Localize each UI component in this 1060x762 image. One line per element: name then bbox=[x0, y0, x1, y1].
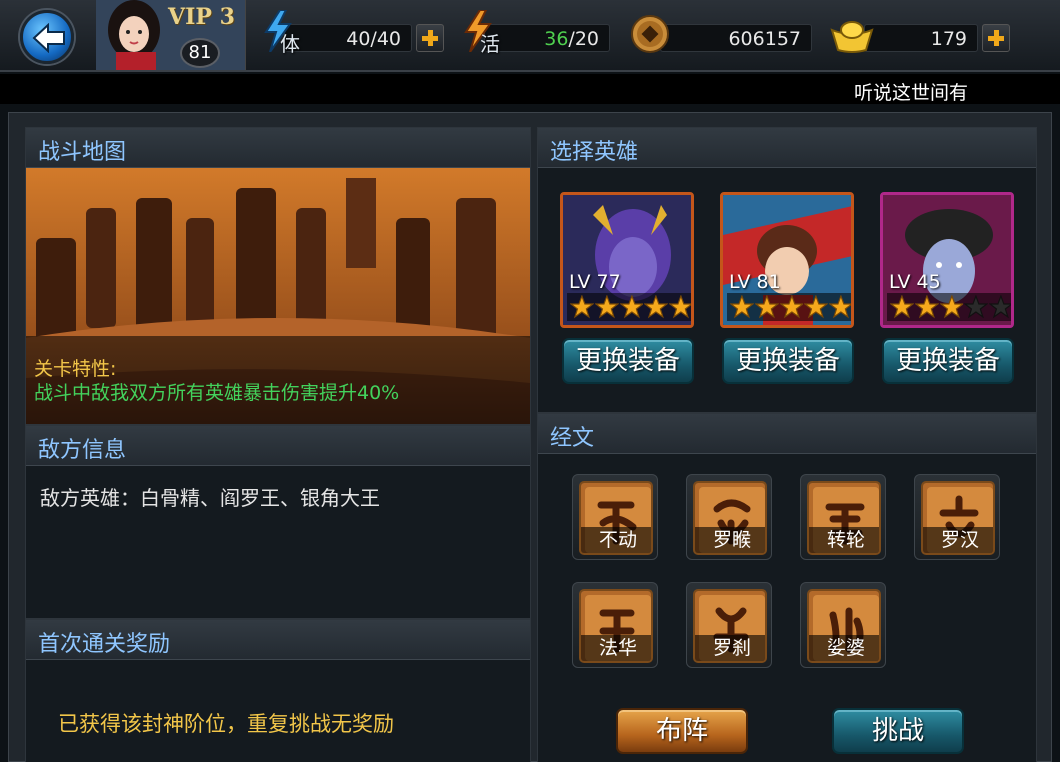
coin-value: 606157 bbox=[728, 28, 801, 50]
back-arrow-icon bbox=[32, 23, 65, 53]
gold-value: 179 bbox=[930, 28, 967, 50]
stamina-max: /40 bbox=[370, 28, 401, 50]
scripture-label: 转轮 bbox=[809, 527, 879, 553]
scripture-slot[interactable]: 罗睺 bbox=[686, 474, 772, 560]
scripture-tile: 法华 bbox=[579, 589, 653, 663]
reward-status-text: 已获得该封神阶位，重复挑战无奖励 bbox=[58, 712, 394, 736]
battle-map-panel: 战斗地图 关卡特性: 战斗中敌我双方所有英雄暴击伤害提升40% bbox=[25, 127, 531, 425]
hero-level-2: LV 81 bbox=[729, 271, 781, 293]
stamina-resource: 40/40 体 bbox=[262, 10, 446, 56]
star-filled-icon bbox=[829, 295, 851, 319]
stage-feature-label: 关卡特性: bbox=[34, 358, 117, 380]
enemy-info-title: 敌方信息 bbox=[38, 438, 127, 463]
star-filled-icon bbox=[730, 295, 754, 319]
star-filled-icon bbox=[914, 295, 939, 319]
scripture-tile: 娑婆 bbox=[807, 589, 881, 663]
enemy-info-panel: 敌方信息 敌方英雄：白骨精、阎罗王、银角大王 bbox=[25, 425, 531, 619]
stamina-label: 体 bbox=[280, 32, 300, 56]
top-bar: VIP 3 81 40/40 体 36/20 活 606157 179 bbox=[0, 0, 1060, 72]
scripture-label: 罗汉 bbox=[923, 527, 993, 553]
star-filled-icon bbox=[669, 295, 691, 319]
star-filled-icon bbox=[779, 295, 804, 319]
main-frame: 战斗地图 关卡特性: 战斗中敌我双方所有英雄暴击伤害提升40% 敌方信息 敌方英… bbox=[8, 112, 1052, 762]
change-equipment-button-2[interactable]: 更换装备 bbox=[722, 338, 854, 384]
scripture-slot[interactable]: 罗刹 bbox=[686, 582, 772, 668]
star-filled-icon bbox=[570, 295, 594, 319]
scripture-slot[interactable]: 娑婆 bbox=[800, 582, 886, 668]
star-filled-icon bbox=[644, 295, 669, 319]
scripture-slot[interactable]: 法华 bbox=[572, 582, 658, 668]
star-filled-icon bbox=[939, 295, 964, 319]
player-level-badge: 81 bbox=[180, 38, 220, 68]
copper-coin-icon bbox=[631, 15, 669, 53]
change-equipment-button-1[interactable]: 更换装备 bbox=[562, 338, 694, 384]
scripture-tile: 罗刹 bbox=[693, 589, 767, 663]
first-reward-title: 首次通关奖励 bbox=[38, 632, 171, 657]
formation-button[interactable]: 布阵 bbox=[616, 708, 748, 754]
star-filled-icon bbox=[890, 295, 914, 319]
star-filled-icon bbox=[619, 295, 644, 319]
star-empty-icon bbox=[989, 295, 1011, 319]
change-equipment-button-3[interactable]: 更换装备 bbox=[882, 338, 1014, 384]
back-button[interactable] bbox=[20, 10, 74, 64]
enemy-heroes-text: 敌方英雄：白骨精、阎罗王、银角大王 bbox=[40, 486, 380, 510]
star-filled-icon bbox=[804, 295, 829, 319]
scripture-tile: 不动 bbox=[579, 481, 653, 555]
hero-level-1: LV 77 bbox=[569, 271, 621, 293]
news-ticker: 听说这世间有 bbox=[0, 74, 1060, 104]
hero-level-3: LV 45 bbox=[889, 271, 941, 293]
stamina-plus-button[interactable] bbox=[416, 24, 444, 52]
coin-resource: 606157 bbox=[630, 14, 816, 54]
hero-select-title: 选择英雄 bbox=[550, 140, 639, 165]
stage-feature-desc: 战斗中敌我双方所有英雄暴击伤害提升40% bbox=[34, 382, 400, 404]
vitality-resource: 36/20 活 bbox=[462, 10, 622, 56]
hero-stars-3 bbox=[887, 293, 1011, 321]
vitality-current: 36 bbox=[544, 28, 569, 50]
vitality-max: /20 bbox=[568, 28, 599, 50]
scripture-tile: 转轮 bbox=[807, 481, 881, 555]
star-filled-icon bbox=[594, 295, 619, 319]
scripture-title: 经文 bbox=[550, 426, 595, 451]
scripture-slot[interactable]: 罗汉 bbox=[914, 474, 1000, 560]
gold-plus-button[interactable] bbox=[982, 24, 1010, 52]
hero-card-2[interactable]: LV 81 bbox=[720, 192, 854, 328]
scripture-slot[interactable]: 不动 bbox=[572, 474, 658, 560]
hero-card-3[interactable]: LV 45 bbox=[880, 192, 1014, 328]
gold-ingot-icon bbox=[830, 21, 874, 53]
scripture-panel: 经文 不动 罗睺 转轮 罗汉法华 罗刹 娑婆 布阵 挑战 bbox=[537, 413, 1037, 762]
hero-stars-1 bbox=[567, 293, 691, 321]
vip-label: VIP 3 bbox=[168, 4, 235, 30]
star-empty-icon bbox=[964, 295, 989, 319]
hero-select-panel: 选择英雄 LV 77 更换装备 LV 81 更换装备 LV 45 更换装备 bbox=[537, 127, 1037, 413]
gold-resource: 179 bbox=[830, 14, 1014, 54]
vitality-label: 活 bbox=[480, 32, 500, 56]
challenge-button[interactable]: 挑战 bbox=[832, 708, 964, 754]
hero-card-1[interactable]: LV 77 bbox=[560, 192, 694, 328]
first-reward-panel: 首次通关奖励 已获得该封神阶位，重复挑战无奖励 bbox=[25, 619, 531, 762]
scripture-label: 不动 bbox=[581, 527, 651, 553]
scripture-tile: 罗睺 bbox=[693, 481, 767, 555]
scripture-slot[interactable]: 转轮 bbox=[800, 474, 886, 560]
battle-map-title: 战斗地图 bbox=[38, 140, 127, 165]
ticker-text: 听说这世间有 bbox=[853, 82, 968, 104]
scripture-label: 罗刹 bbox=[695, 635, 765, 661]
star-filled-icon bbox=[754, 295, 779, 319]
hero-stars-2 bbox=[727, 293, 851, 321]
stamina-current: 40 bbox=[346, 28, 371, 50]
scripture-label: 娑婆 bbox=[809, 635, 879, 661]
scripture-label: 罗睺 bbox=[695, 527, 765, 553]
scripture-label: 法华 bbox=[581, 635, 651, 661]
scripture-tile: 罗汉 bbox=[921, 481, 995, 555]
